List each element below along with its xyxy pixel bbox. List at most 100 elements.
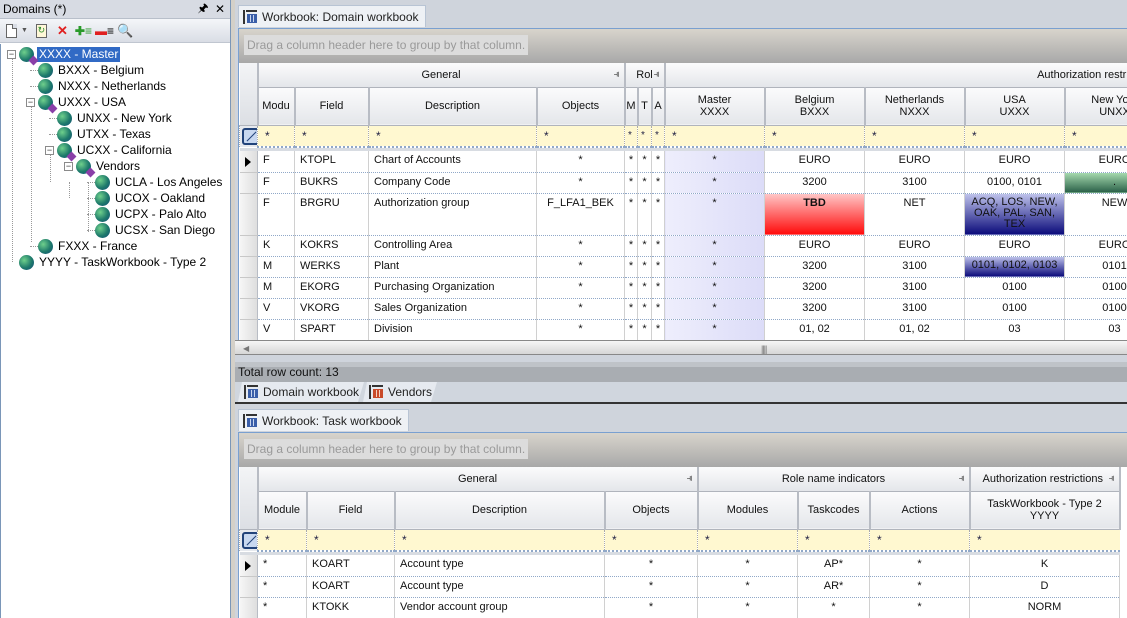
table-cell[interactable]: EURO xyxy=(864,151,966,173)
tree-node[interactable]: FXXX - France xyxy=(30,238,139,254)
table-cell[interactable]: * xyxy=(651,277,666,299)
table-cell[interactable]: * xyxy=(651,256,666,278)
filter-cell[interactable]: * xyxy=(603,529,698,552)
filter-row-selector[interactable] xyxy=(239,529,258,551)
table-cell[interactable]: * xyxy=(624,172,639,194)
filter-clear-icon[interactable] xyxy=(242,127,258,145)
collapse-icon[interactable]: − xyxy=(7,49,16,59)
table-cell[interactable]: EURO xyxy=(964,235,1066,257)
column-header[interactable]: Description xyxy=(394,491,606,530)
column-group-auth[interactable]: Authorization restrictions xyxy=(664,63,1127,88)
table-row[interactable]: M WERKS Plant * * * * * 3200 3100 0101, 0102, 0103… xyxy=(239,256,1127,278)
table-cell[interactable]: EURO xyxy=(864,235,966,257)
filter-cell[interactable]: * xyxy=(306,529,395,552)
table-row[interactable]: M EKORG Purchasing Organization * * * * * 3200 31… xyxy=(239,277,1127,299)
table-cell[interactable]: EURO xyxy=(764,235,866,257)
column-header[interactable]: Modules xyxy=(697,491,799,530)
filter-cell[interactable]: * xyxy=(964,125,1065,148)
column-header[interactable]: Master XXXX xyxy=(664,87,766,126)
table-cell[interactable]: * xyxy=(664,256,766,278)
tree-node[interactable]: − Vendors xyxy=(64,158,142,174)
table-cell[interactable]: * xyxy=(536,298,626,320)
table-cell[interactable]: . xyxy=(1064,172,1127,194)
table-cell[interactable]: * xyxy=(651,319,666,340)
table-cell[interactable]: * xyxy=(651,298,666,320)
delete-button[interactable]: ✕ xyxy=(55,23,70,39)
table-cell[interactable]: * xyxy=(536,235,626,257)
filter-cell[interactable]: * xyxy=(651,125,665,148)
column-header[interactable]: TaskWorkbook - Type 2 YYYY xyxy=(969,491,1121,530)
pin-group-icon[interactable]: ⫣ xyxy=(614,69,620,80)
table-cell[interactable]: NORM xyxy=(969,597,1121,618)
table-row[interactable]: F BRGRU Authorization group F_LFA1_BEK * * * * T… xyxy=(239,193,1127,236)
table-cell[interactable]: * xyxy=(637,298,653,320)
table-cell[interactable]: Chart of Accounts xyxy=(368,151,537,173)
table-cell[interactable]: KOART xyxy=(306,555,395,577)
column-group-auth[interactable]: Authorization restrictions ⫣ xyxy=(969,467,1121,492)
table-row[interactable]: * KOART Account type * * AR* * D xyxy=(239,576,1121,598)
table-cell[interactable]: 0100, 0101 xyxy=(964,172,1066,194)
table-cell[interactable]: * xyxy=(624,193,639,236)
table-cell[interactable]: 0100 xyxy=(1064,298,1127,320)
column-header[interactable]: Field xyxy=(294,87,370,126)
filter-cell[interactable]: * xyxy=(697,529,798,552)
column-header[interactable]: Modu xyxy=(257,87,296,126)
filter-cell[interactable]: * xyxy=(257,529,307,552)
refresh-button[interactable]: ↻ xyxy=(34,23,49,39)
table-cell[interactable]: * xyxy=(604,597,699,618)
table-cell[interactable]: * xyxy=(257,576,307,598)
table-cell[interactable]: * xyxy=(637,172,653,194)
table-cell[interactable]: Account type xyxy=(394,555,605,577)
column-header[interactable]: New YorkUNXX xyxy=(1064,87,1127,126)
table-cell[interactable]: KOART xyxy=(306,576,395,598)
table-cell[interactable]: 3200 xyxy=(764,172,866,194)
scroll-thumb-grip-icon[interactable]: |||| xyxy=(761,344,767,354)
table-cell[interactable]: * xyxy=(664,298,766,320)
table-cell[interactable]: Plant xyxy=(368,256,537,278)
tab-domain-workbook[interactable]: Workbook: Domain workbook xyxy=(238,5,426,27)
table-cell[interactable]: 3100 xyxy=(864,277,966,299)
row-selector[interactable] xyxy=(239,256,258,278)
tree-node[interactable]: BXXX - Belgium xyxy=(30,62,146,78)
pin-group-icon[interactable]: ⫣ xyxy=(687,473,693,484)
table-cell[interactable]: * xyxy=(869,576,971,598)
table-cell[interactable]: 3100 xyxy=(864,298,966,320)
table-cell[interactable]: VKORG xyxy=(294,298,369,320)
table-cell[interactable]: EURO xyxy=(964,151,1066,173)
filter-cell[interactable]: * xyxy=(368,125,537,148)
table-cell[interactable]: D xyxy=(969,576,1121,598)
table-cell[interactable]: * xyxy=(624,256,639,278)
filter-clear-icon[interactable] xyxy=(242,531,258,549)
remove-button[interactable]: ▬≡ xyxy=(95,23,114,39)
column-group-roles[interactable]: Role name indicators ⫣ xyxy=(697,467,971,492)
table-cell[interactable]: V xyxy=(257,298,295,320)
table-cell[interactable]: * xyxy=(624,235,639,257)
table-cell[interactable]: 3200 xyxy=(764,277,866,299)
column-header[interactable]: Netherlands NXXX xyxy=(864,87,966,126)
filter-cell[interactable]: * xyxy=(624,125,638,148)
table-cell[interactable]: EURO xyxy=(1064,151,1127,173)
tab-domain-workbook-bottom[interactable]: Domain workbook xyxy=(238,382,364,402)
table-cell[interactable]: 0100 xyxy=(1064,277,1127,299)
table-cell[interactable]: K xyxy=(969,555,1121,577)
table-cell[interactable]: * xyxy=(536,172,626,194)
table-cell[interactable]: EURO xyxy=(764,151,866,173)
filter-cell[interactable]: * xyxy=(864,125,965,148)
tree-node[interactable]: NXXX - Netherlands xyxy=(30,78,168,94)
group-by-area[interactable]: Drag a column header here to group by th… xyxy=(239,433,1127,467)
close-icon[interactable]: ✕ xyxy=(213,2,227,16)
row-selector[interactable] xyxy=(239,555,258,577)
table-cell[interactable]: F xyxy=(257,193,295,236)
table-cell[interactable]: 3200 xyxy=(764,298,866,320)
column-group-general[interactable]: General ⫣ xyxy=(256,63,626,88)
column-header[interactable]: Field xyxy=(306,491,396,530)
table-cell[interactable]: * xyxy=(869,555,971,577)
table-cell[interactable]: * xyxy=(637,235,653,257)
table-cell[interactable]: * xyxy=(664,235,766,257)
table-cell[interactable]: * xyxy=(697,597,799,618)
tree-node[interactable]: UCOX - Oakland xyxy=(87,190,207,206)
row-selector[interactable] xyxy=(239,576,258,598)
column-header[interactable]: Description xyxy=(368,87,538,126)
table-cell[interactable]: * xyxy=(257,555,307,577)
table-cell[interactable]: F_LFA1_BEK xyxy=(536,193,626,236)
